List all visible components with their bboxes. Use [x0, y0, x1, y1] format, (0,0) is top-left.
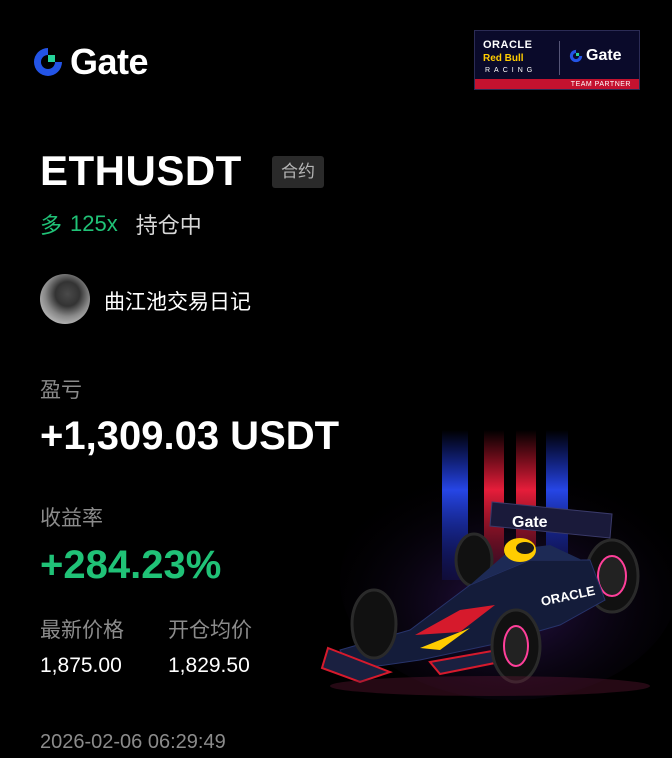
open-price-value: 1,829.50 — [168, 654, 250, 677]
gate-logo: Gate — [32, 41, 149, 82]
position-info-row: 多 125x 持仓中 — [40, 208, 202, 240]
partner-gate-icon — [569, 49, 583, 63]
partner-footer-text: TEAM PARTNER — [570, 81, 631, 88]
partner-racing-text: RACING — [485, 67, 537, 74]
partner-redbull-text: Red Bull — [483, 53, 524, 64]
position-status: 持仓中 — [135, 213, 202, 238]
latest-price-value: 1,875.00 — [40, 654, 122, 677]
gate-logo-text: Gate — [70, 41, 149, 82]
partner-gate-logo: Gate — [569, 47, 622, 65]
roi-value: +284.23% — [40, 543, 222, 587]
front-wheel-left — [350, 588, 398, 660]
contract-symbol: ETHUSDT — [40, 147, 242, 194]
pnl-label: 盈亏 — [40, 379, 82, 402]
open-price-label: 开仓均价 — [168, 619, 252, 642]
username: 曲江池交易日记 — [104, 291, 251, 314]
partner-divider — [559, 41, 560, 75]
position-side: 多 — [40, 213, 63, 238]
f1-car-illustration: Gate ORACLE — [320, 430, 672, 700]
contract-type-tag: 合约 — [272, 156, 324, 188]
position-leverage: 125x — [70, 211, 118, 236]
rear-wing-text: Gate — [512, 514, 548, 531]
timestamp: 2026-02-06 06:29:49 — [40, 731, 226, 753]
roi-label: 收益率 — [40, 507, 103, 530]
team-partner-badge: ORACLE Red Bull RACING Gate TEAM PARTNER — [474, 30, 640, 90]
latest-price-label: 最新价格 — [40, 619, 124, 642]
avatar — [40, 274, 90, 324]
gate-logo-icon — [34, 48, 62, 76]
pnl-value: +1,309.03 USDT — [40, 414, 340, 458]
partner-oracle-text: ORACLE — [483, 39, 533, 51]
partner-gate-text: Gate — [586, 47, 622, 64]
